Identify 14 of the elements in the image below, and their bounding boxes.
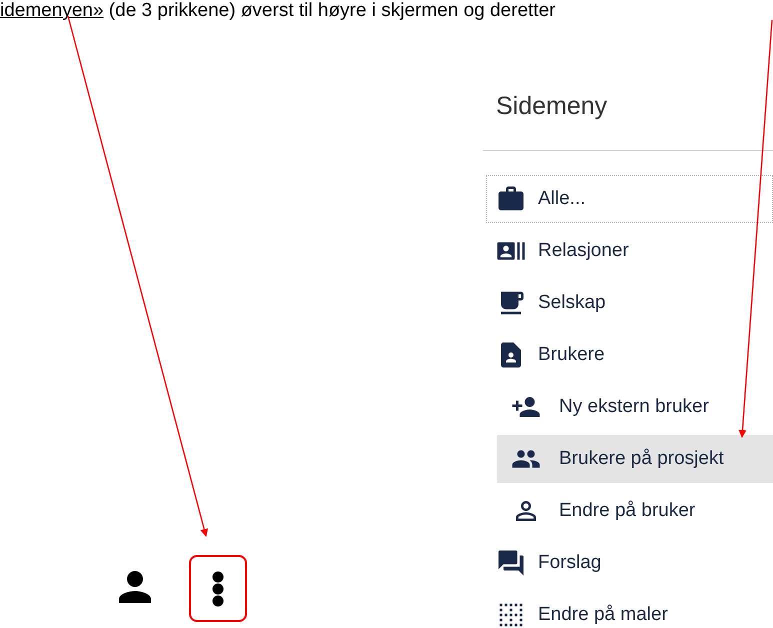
instruction-text: idemenyen» (de 3 prikkene) øverst til høyre i skjermen og deretter	[0, 0, 556, 21]
sidemenu-item[interactable]: Alle...	[486, 175, 773, 223]
sidemenu-item[interactable]: Brukere på prosjekt	[497, 435, 773, 483]
sidemenu-item[interactable]: Forslag	[486, 539, 773, 587]
more-menu-button[interactable]	[189, 555, 247, 622]
sidemenu-item[interactable]: Brukere	[486, 331, 773, 379]
more-vertical-icon	[212, 570, 224, 606]
sidemenu-item[interactable]: Selskap	[486, 279, 773, 327]
sidemenu-title: Sidemeny	[495, 91, 608, 122]
sidemenu-item[interactable]: Endre på maler	[486, 591, 773, 628]
sidemenu-item[interactable]: Endre på bruker	[497, 487, 773, 535]
sidemenu-item[interactable]: Ny ekstern bruker	[497, 383, 773, 431]
sidemenu-item[interactable]: Relasjoner	[486, 227, 773, 275]
chat-icon	[496, 548, 526, 578]
